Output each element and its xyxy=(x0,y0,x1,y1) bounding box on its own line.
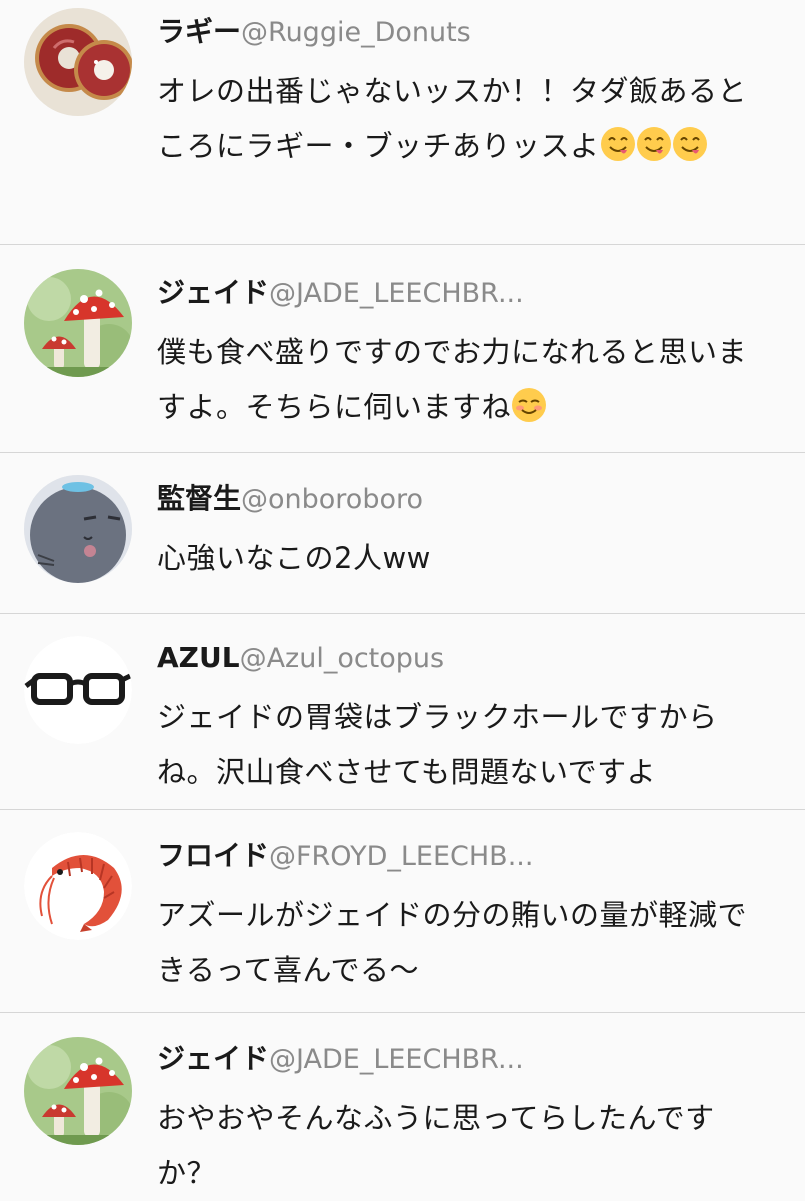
user-handle[interactable]: @JADE_LEECHBR... xyxy=(269,278,524,309)
user-name[interactable]: ジェイド xyxy=(157,276,269,309)
yum-face-emoji xyxy=(600,126,636,162)
yum-face-emoji xyxy=(672,126,708,162)
shrimp-avatar-icon xyxy=(24,832,132,940)
user-name[interactable]: AZUL xyxy=(157,641,240,674)
tweet-text: 僕も食べ盛りですのでお力になれると思いますよ。そちらに伺いますね xyxy=(157,325,767,435)
tweet-header: ジェイド@JADE_LEECHBR... xyxy=(157,273,767,313)
user-handle[interactable]: @FROYD_LEECHB... xyxy=(269,841,533,872)
tweet-text: オレの出番じゃないッスか！！タダ飯あるところにラギー・ブッチありッスよ xyxy=(157,64,767,174)
tweet-item[interactable]: フロイド@FROYD_LEECHB... アズールがジェイドの分の賄いの量が軽減… xyxy=(0,810,805,1013)
ghost-cat-avatar-icon xyxy=(24,475,132,583)
tweet-item[interactable]: ジェイド@JADE_LEECHBR... おやおやそんなふうに思ってらしたんです… xyxy=(0,1013,805,1200)
mushroom-avatar[interactable] xyxy=(24,1037,132,1145)
user-name[interactable]: フロイド xyxy=(157,839,269,872)
user-handle[interactable]: @JADE_LEECHBR... xyxy=(269,1044,524,1075)
glasses-avatar[interactable] xyxy=(24,636,132,744)
tweet-header: フロイド@FROYD_LEECHB... xyxy=(157,836,767,876)
tweet-header: ジェイド@JADE_LEECHBR... xyxy=(157,1039,767,1079)
user-handle[interactable]: @Ruggie_Donuts xyxy=(241,17,471,48)
tweet-text: ジェイドの胃袋はブラックホールですからね。沢山食べさせても問題ないですよ xyxy=(157,690,767,800)
tweet-header: AZUL@Azul_octopus xyxy=(157,638,767,678)
tweet-header: 監督生@onboroboro xyxy=(157,479,767,519)
smiling-face-emoji xyxy=(511,387,547,423)
ghost-cat-avatar[interactable] xyxy=(24,475,132,583)
user-name[interactable]: 監督生 xyxy=(157,482,241,515)
tweet-text: アズールがジェイドの分の賄いの量が軽減できるって喜んでる〜 xyxy=(157,888,767,998)
user-handle[interactable]: @onboroboro xyxy=(241,484,423,515)
yum-face-emoji xyxy=(636,126,672,162)
tweet-body: ジェイドの胃袋はブラックホールですからね。沢山食べさせても問題ないですよ xyxy=(157,700,718,789)
shrimp-avatar[interactable] xyxy=(24,832,132,940)
tweet-item[interactable]: ジェイド@JADE_LEECHBR... 僕も食べ盛りですのでお力になれると思い… xyxy=(0,245,805,453)
tweet-body: おやおやそんなふうに思ってらしたんですか？ xyxy=(157,1101,715,1190)
tweet-item[interactable]: ラギー@Ruggie_Donuts オレの出番じゃないッスか！！タダ飯あるところ… xyxy=(0,0,805,245)
mushroom-avatar-icon xyxy=(24,269,132,377)
user-name[interactable]: ラギー xyxy=(157,15,241,48)
donut-avatar[interactable] xyxy=(24,8,132,116)
glasses-avatar-icon xyxy=(24,636,132,744)
tweet-item[interactable]: 監督生@onboroboro 心強いなこの2人ww xyxy=(0,453,805,614)
tweet-body: アズールがジェイドの分の賄いの量が軽減できるって喜んでる〜 xyxy=(157,898,748,987)
mushroom-avatar-icon xyxy=(24,1037,132,1145)
tweet-body: 僕も食べ盛りですのでお力になれると思いますよ。そちらに伺いますね xyxy=(157,335,748,424)
tweet-text: おやおやそんなふうに思ってらしたんですか？ xyxy=(157,1091,767,1201)
tweet-text: 心強いなこの2人ww xyxy=(157,531,767,586)
user-handle[interactable]: @Azul_octopus xyxy=(240,643,445,674)
user-name[interactable]: ジェイド xyxy=(157,1042,269,1075)
mushroom-avatar[interactable] xyxy=(24,269,132,377)
tweet-header: ラギー@Ruggie_Donuts xyxy=(157,12,767,52)
timeline-feed: ラギー@Ruggie_Donuts オレの出番じゃないッスか！！タダ飯あるところ… xyxy=(0,0,805,1200)
donut-avatar-icon xyxy=(24,8,132,116)
tweet-item[interactable]: AZUL@Azul_octopus ジェイドの胃袋はブラックホールですからね。沢… xyxy=(0,614,805,810)
tweet-body: 心強いなこの2人ww xyxy=(157,541,431,575)
